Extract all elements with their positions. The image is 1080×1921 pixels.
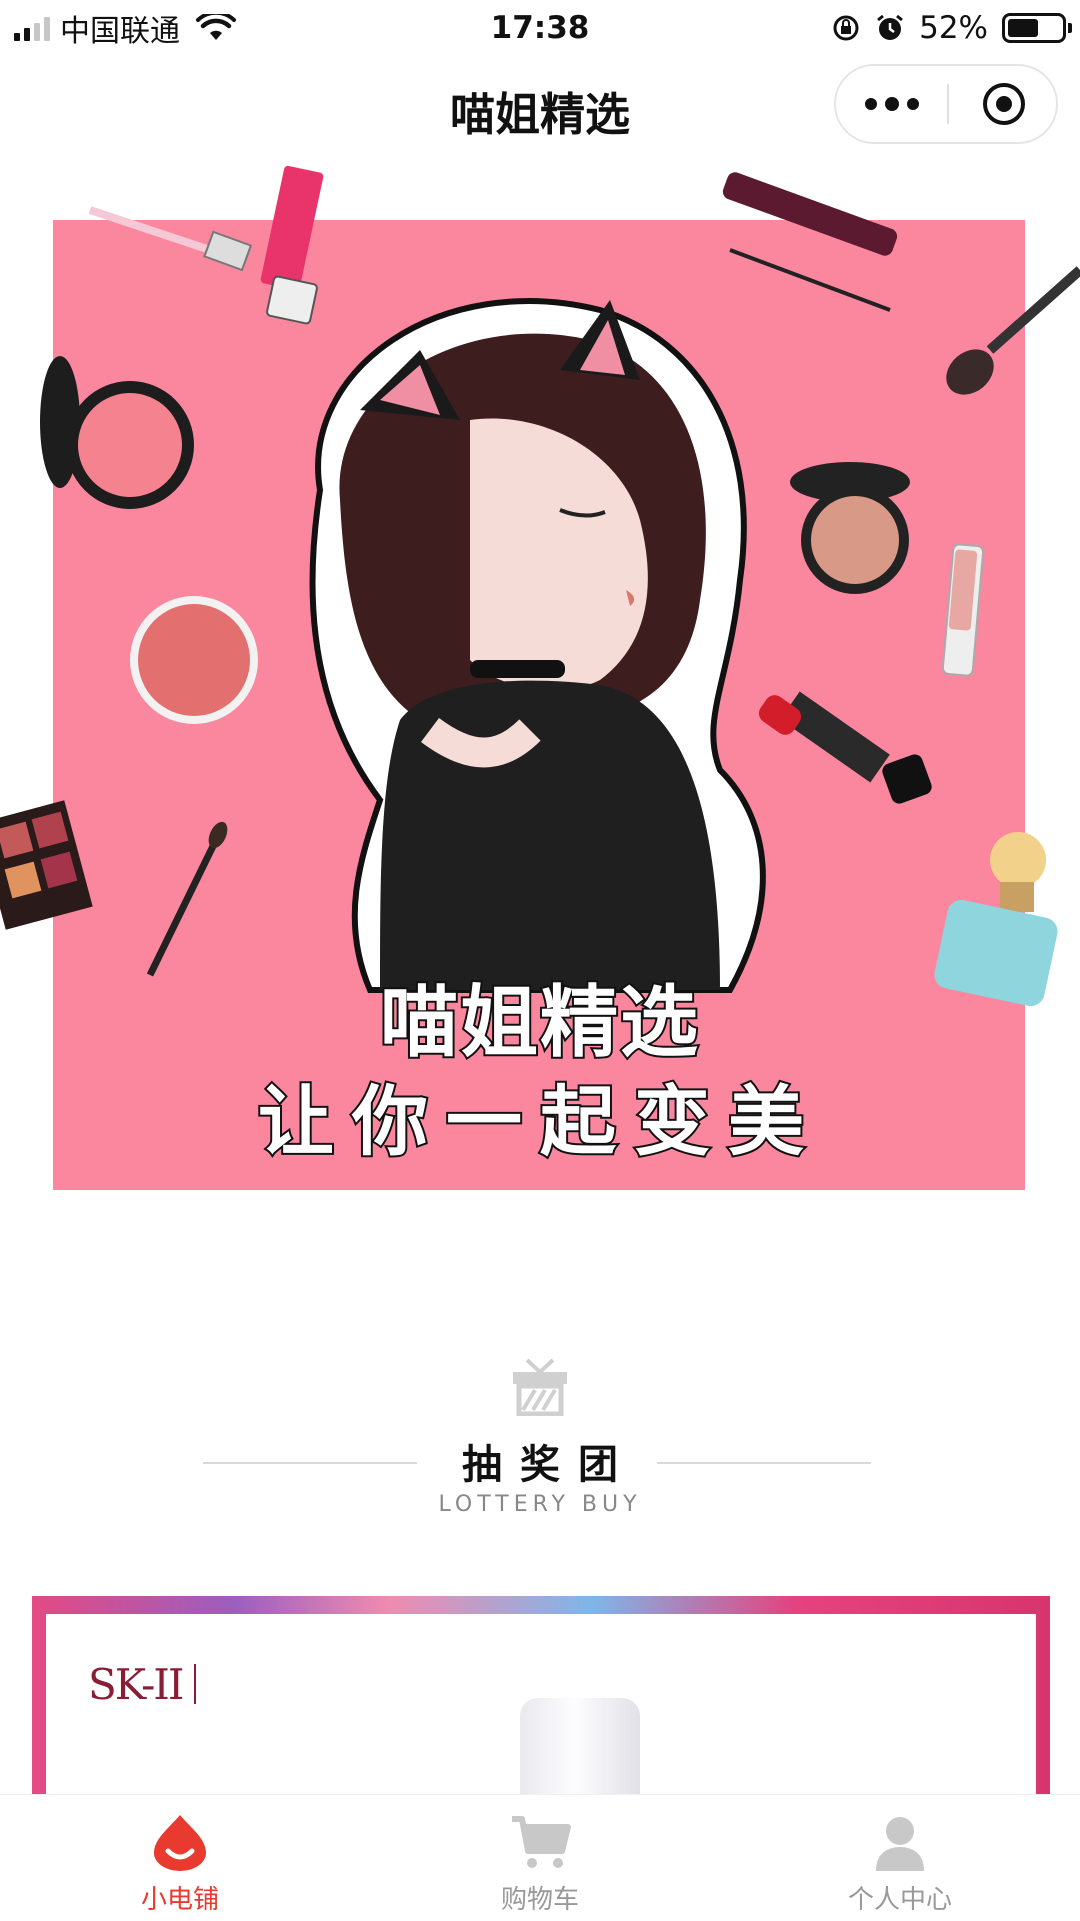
lottery-section-header: 抽奖团 LOTTERY BUY [0,1340,1080,1540]
tab-cart[interactable]: 购物车 [440,1795,640,1921]
brand-logo: SK-II [88,1660,184,1709]
more-dot-icon [884,97,899,111]
banner[interactable]: 喵姐精选 让你一起变美 [0,160,1080,1200]
brand-divider [194,1664,196,1704]
blush-compact-icon [40,356,194,509]
target-icon [982,83,1025,125]
rotation-lock-icon [833,15,859,41]
battery-percent: 52% [919,10,988,46]
card-body: SK-II [46,1614,1036,1794]
more-dot-icon [906,98,919,110]
gift-icon [513,1358,567,1416]
banner-line-2: 让你一起变美 [256,1075,822,1168]
lip-gloss-icon [88,165,324,325]
alarm-icon [877,14,904,40]
mascara-icon [722,172,898,312]
makeup-brush-icon [946,266,1080,395]
product-image [520,1698,640,1794]
more-dot-icon [864,98,877,110]
lottery-card[interactable]: SK-II [32,1596,1050,1794]
battery-icon [1002,13,1072,43]
section-title: 抽奖团 [462,1442,636,1488]
lipstick-icon [758,691,932,804]
status-bar: 中国联通 17:38 52% [0,0,1080,56]
blush-pot-icon [130,596,258,724]
girl-mascot-illustration [309,298,766,993]
shop-drop-icon [154,1815,206,1871]
more-button[interactable] [836,66,947,142]
section-subtitle: LOTTERY BUY [438,1492,642,1517]
eyeshadow-palette-icon [0,800,93,930]
banner-line-1: 喵姐精选 [378,976,700,1070]
lip-gloss-tube-icon [941,543,985,677]
nav-bar: 喵姐精选 [0,56,1080,160]
tab-label: 购物车 [500,1885,579,1915]
tab-bar: 小电铺 购物车 个人中心 [0,1794,1080,1921]
user-icon [876,1817,924,1871]
tab-shop[interactable]: 小电铺 [80,1795,280,1921]
cart-icon [512,1816,571,1868]
tab-profile[interactable]: 个人中心 [800,1795,1000,1921]
highlighter-icon [790,462,910,594]
close-button[interactable] [949,66,1058,142]
miniprogram-capsule [834,64,1058,144]
tab-label: 个人中心 [847,1885,952,1915]
tab-label: 小电铺 [140,1885,219,1915]
eye-brush-icon [146,821,228,977]
